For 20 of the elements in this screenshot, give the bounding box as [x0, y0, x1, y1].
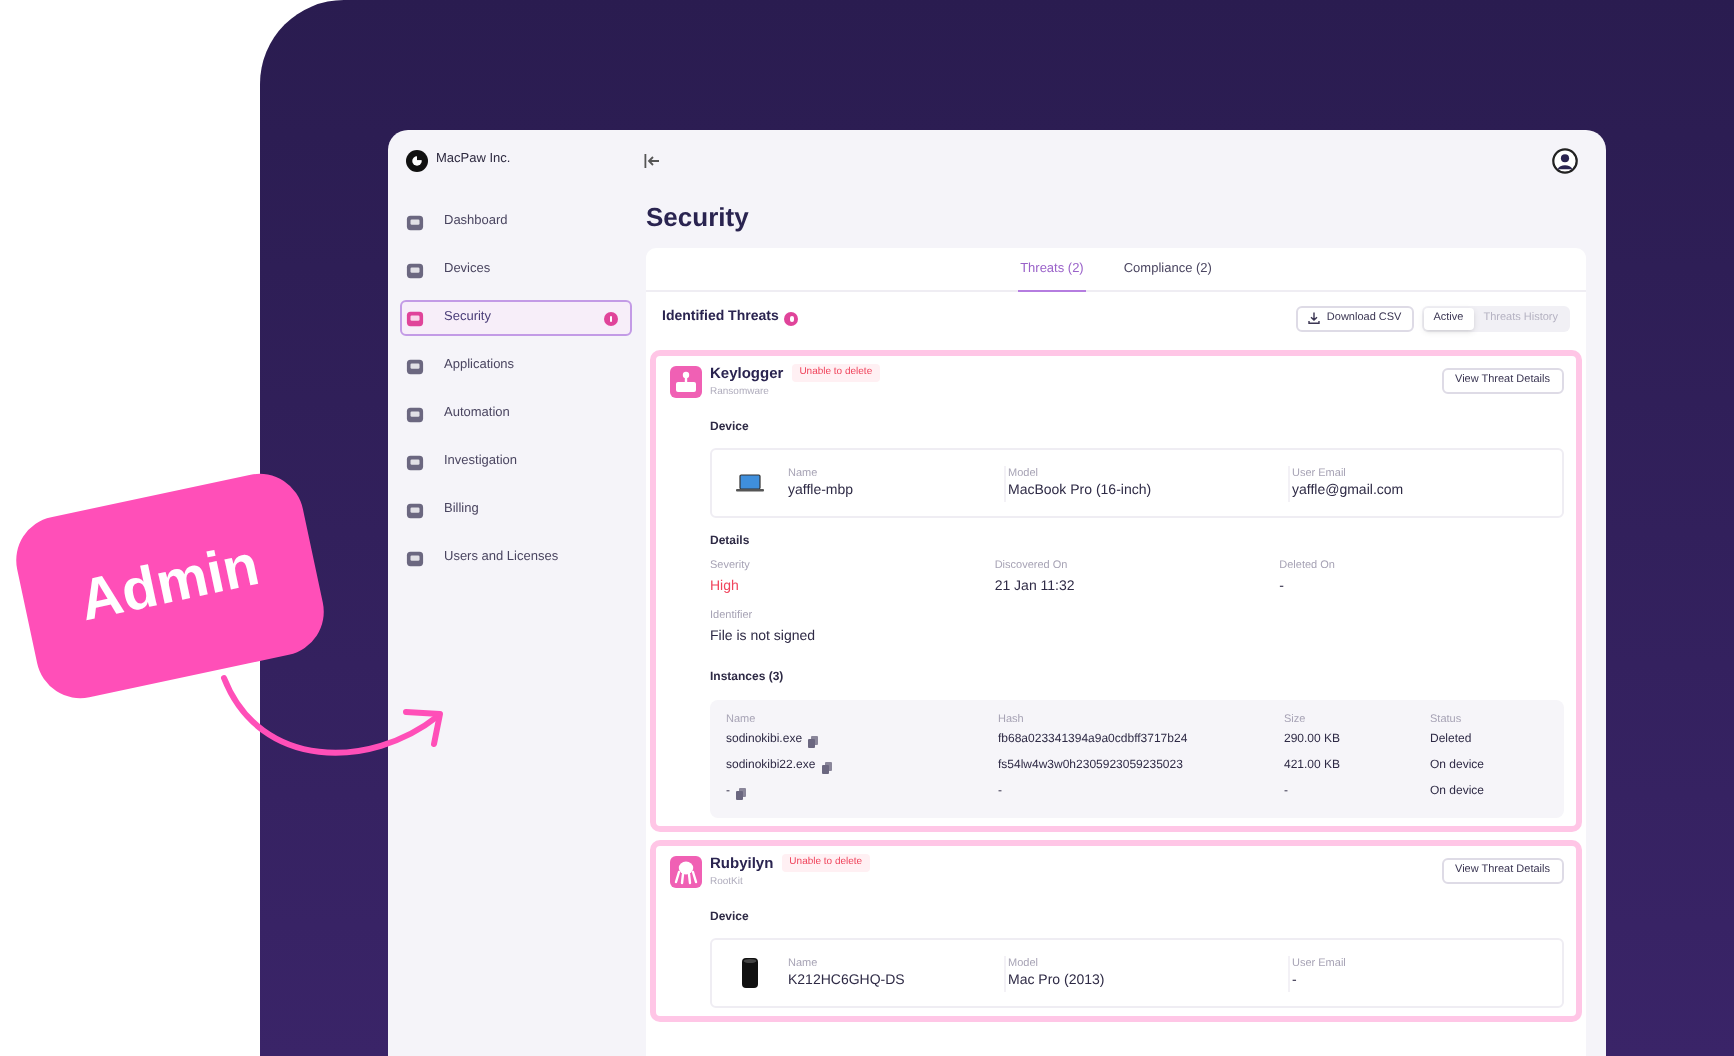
page-title: Security [646, 200, 749, 234]
octopus-icon [670, 856, 702, 888]
laptop-icon [736, 474, 764, 492]
nav-icon [406, 357, 424, 375]
nav-icon [406, 405, 424, 423]
nav-icon [406, 549, 424, 567]
logo-icon [406, 149, 428, 171]
keyboard-icon [670, 366, 702, 398]
collapse-sidebar-icon[interactable] [644, 153, 660, 167]
download-icon [1308, 312, 1321, 324]
copy-icon[interactable] [821, 761, 832, 773]
avatar-icon[interactable] [1552, 147, 1578, 173]
tower-computer-icon [742, 958, 758, 988]
copy-icon[interactable] [736, 787, 746, 799]
copy-icon[interactable] [808, 735, 819, 747]
nav-icon [406, 213, 424, 231]
nav-icon [406, 501, 424, 519]
nav-icon [406, 453, 424, 471]
nav-icon [406, 309, 424, 327]
nav-icon [406, 261, 424, 279]
